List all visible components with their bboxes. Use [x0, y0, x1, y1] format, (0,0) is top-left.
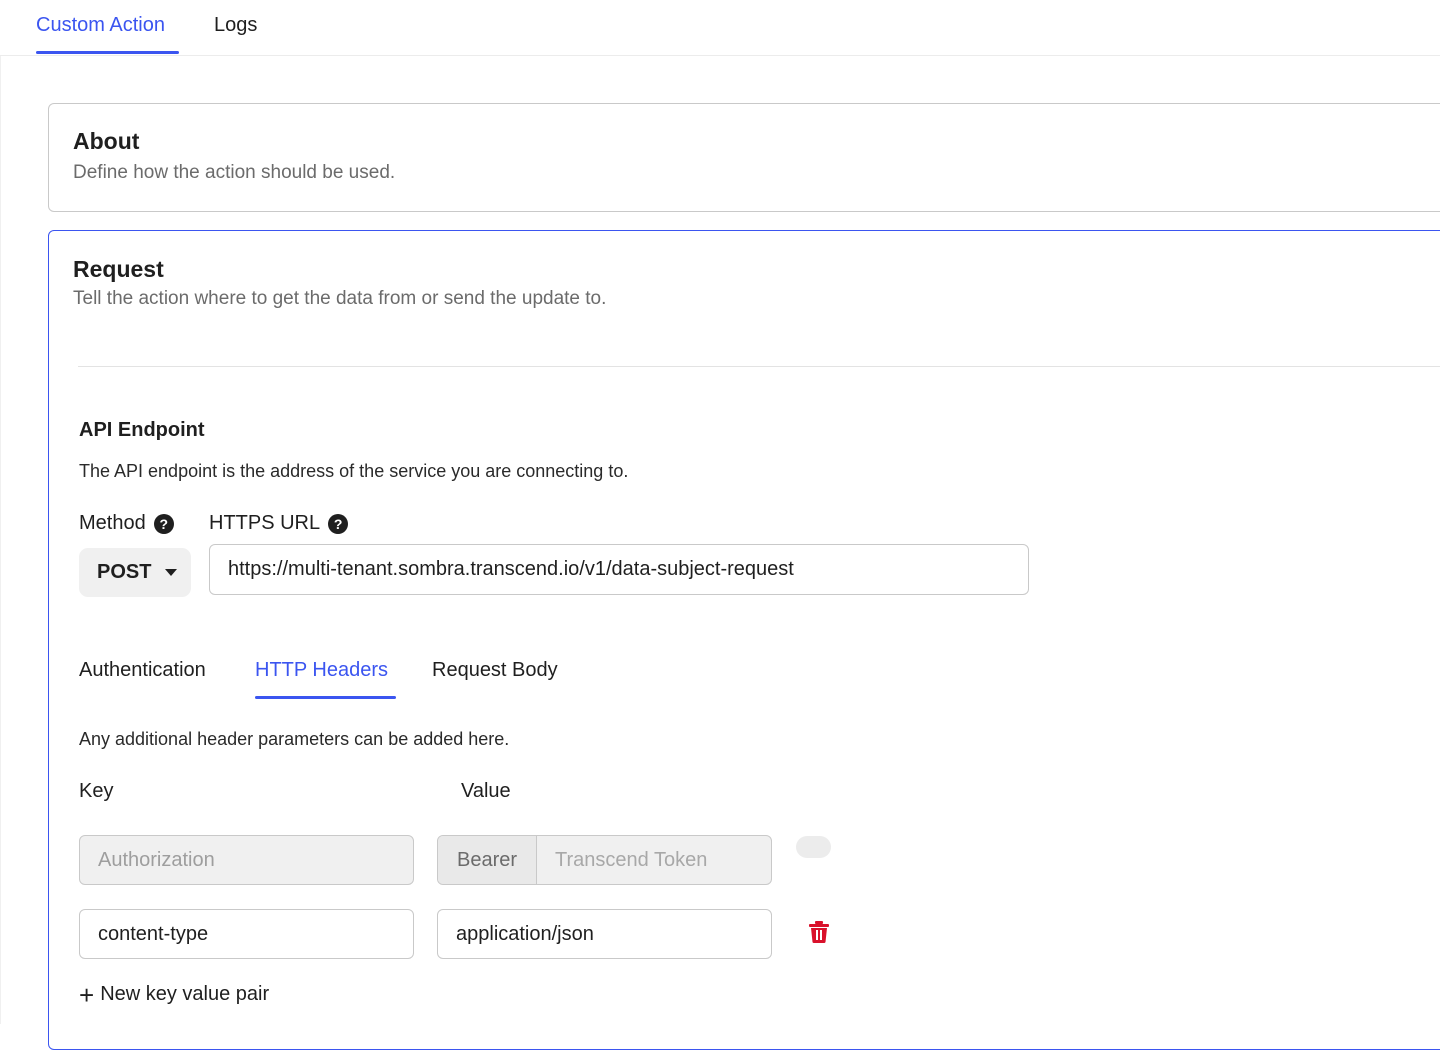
url-label-text: HTTPS URL	[209, 512, 321, 534]
url-label: HTTPS URL ?	[209, 512, 349, 535]
about-subtitle: Define how the action should be used.	[73, 162, 396, 183]
about-title: About	[73, 128, 140, 154]
key-column-label: Key	[79, 780, 114, 802]
active-tab-indicator	[36, 51, 179, 54]
add-key-value-pair-button[interactable]: + New key value pair	[79, 979, 270, 1010]
tab-authentication[interactable]: Authentication	[79, 659, 206, 682]
top-tab-bar: Custom Action Logs	[0, 0, 1440, 56]
request-title: Request	[73, 256, 164, 282]
bearer-token-value: Transcend Token	[555, 848, 708, 871]
request-subtitle: Tell the action where to get the data fr…	[73, 288, 607, 309]
api-endpoint-title: API Endpoint	[79, 419, 205, 441]
method-select[interactable]: POST	[79, 548, 191, 597]
tab-logs[interactable]: Logs	[214, 14, 257, 37]
tab-request-body[interactable]: Request Body	[432, 659, 558, 682]
placeholder-pill	[796, 836, 831, 858]
bearer-prefix: Bearer	[438, 836, 537, 884]
active-subtab-indicator	[255, 696, 396, 699]
section-divider	[78, 366, 1440, 367]
header-value-input-authorization: Bearer Transcend Token	[437, 835, 772, 885]
headers-description: Any additional header parameters can be …	[79, 729, 510, 749]
tab-custom-action[interactable]: Custom Action	[36, 14, 165, 37]
caret-down-icon	[165, 569, 178, 576]
about-card[interactable]: About Define how the action should be us…	[48, 103, 1440, 212]
tab-http-headers[interactable]: HTTP Headers	[255, 659, 388, 682]
api-endpoint-description: The API endpoint is the address of the s…	[79, 461, 629, 481]
add-pair-label: New key value pair	[100, 983, 270, 1005]
help-icon[interactable]: ?	[153, 513, 174, 534]
plus-icon: +	[79, 979, 95, 1010]
left-divider	[0, 56, 1, 1024]
header-value-input[interactable]: application/json	[437, 909, 772, 959]
method-value: POST	[97, 561, 152, 583]
header-key-input[interactable]: content-type	[79, 909, 414, 959]
method-label-text: Method	[79, 512, 146, 534]
header-key-input-authorization: Authorization	[79, 835, 414, 885]
trash-icon[interactable]	[808, 920, 830, 944]
value-column-label: Value	[461, 780, 511, 802]
url-input[interactable]: https://multi-tenant.sombra.transcend.io…	[209, 544, 1029, 595]
method-label: Method ?	[79, 512, 174, 535]
help-icon[interactable]: ?	[328, 513, 349, 534]
